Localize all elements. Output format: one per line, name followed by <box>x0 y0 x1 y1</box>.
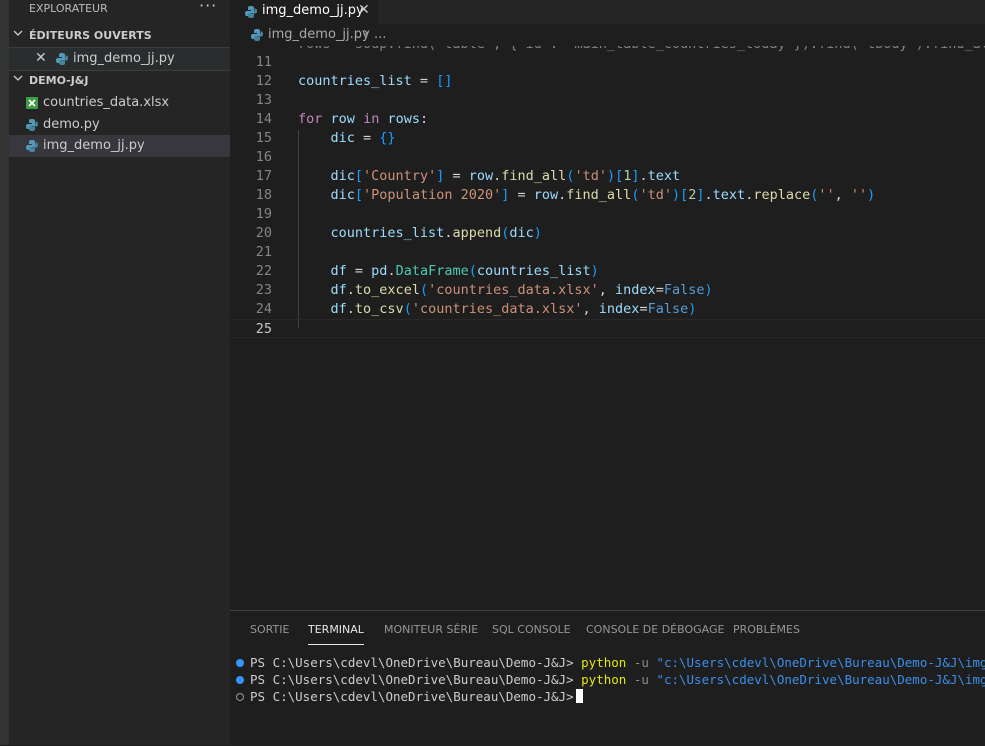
line-number: 21 <box>255 244 272 260</box>
terminal-prompt: PS C:\Users\cdevl\OneDrive\Bureau\Demo-J… <box>250 672 574 687</box>
line-number: 13 <box>255 92 272 108</box>
terminal-line: PS C:\Users\cdevl\OneDrive\Bureau\Demo-J… <box>230 672 985 689</box>
code-line: 16 <box>230 148 985 167</box>
code-line: 14 for row in rows: <box>230 110 985 129</box>
code-text: countries_list.append(dic) <box>330 225 542 241</box>
excel-icon <box>26 97 38 109</box>
line-number: 12 <box>255 73 272 89</box>
breadcrumb-file[interactable]: img_demo_jj.py <box>268 27 370 42</box>
breadcrumb-separator: › <box>363 25 369 41</box>
python-icon <box>251 29 263 41</box>
command-pending-icon <box>236 693 244 701</box>
line-number: 19 <box>255 206 272 222</box>
bottom-panel: SORTIE TERMINAL MONITEUR SÉRIE SQL CONSO… <box>230 610 985 746</box>
tab-sql-console[interactable]: SQL CONSOLE <box>492 623 571 636</box>
terminal-line: PS C:\Users\cdevl\OneDrive\Bureau\Demo-J… <box>230 689 985 706</box>
open-editor-item[interactable]: ✕ img_demo_jj.py <box>9 47 230 71</box>
terminal-command: python <box>581 672 627 687</box>
breadcrumb-more[interactable]: ... <box>374 27 386 42</box>
code-text: df = pd.DataFrame(countries_list) <box>330 263 599 279</box>
line-number: 17 <box>255 168 272 184</box>
close-icon[interactable]: ✕ <box>35 50 47 66</box>
code-line: 11 <box>230 53 985 72</box>
command-success-icon[interactable] <box>236 659 244 667</box>
line-number: 14 <box>255 111 272 127</box>
tab-sortie[interactable]: SORTIE <box>250 623 289 636</box>
line-number: 11 <box>255 54 272 70</box>
open-editors-label: ÉDITEURS OUVERTS <box>29 29 152 42</box>
file-item[interactable]: demo.py <box>9 114 230 136</box>
terminal-text: PS C:\Users\cdevl\OneDrive\Bureau\Demo-J… <box>250 672 985 687</box>
terminal-text: PS C:\Users\cdevl\OneDrive\Bureau\Demo-J… <box>250 689 583 704</box>
python-icon <box>26 140 38 152</box>
code-line: 19 <box>230 205 985 224</box>
editor-tab-bar: img_demo_jj.py ✕ <box>230 0 985 24</box>
tab-terminal[interactable]: TERMINAL <box>308 623 364 645</box>
more-actions-icon[interactable]: ··· <box>199 0 217 15</box>
terminal-prompt: PS C:\Users\cdevl\OneDrive\Bureau\Demo-J… <box>250 689 574 704</box>
code-line: 15 dic = {} <box>230 129 985 148</box>
open-editors-header[interactable]: ÉDITEURS OUVERTS <box>9 25 230 47</box>
python-icon <box>56 53 68 65</box>
line-number: 20 <box>255 225 272 241</box>
python-icon <box>245 6 257 18</box>
tab-moniteur-serie[interactable]: MONITEUR SÉRIE <box>384 623 478 636</box>
open-editor-name: img_demo_jj.py <box>73 51 175 66</box>
explorer-title: EXPLORATEUR <box>29 2 108 15</box>
terminal-text: PS C:\Users\cdevl\OneDrive\Bureau\Demo-J… <box>250 655 985 670</box>
breadcrumb: img_demo_jj.py › ... <box>230 24 985 46</box>
tab-problemes[interactable]: PROBLÈMES <box>733 623 800 636</box>
code-line: 20 countries_list.append(dic) <box>230 224 985 243</box>
file-name: demo.py <box>43 117 100 132</box>
code-text: dic['Population 2020'] = row.find_all('t… <box>330 187 876 203</box>
code-line: 12 countries_list = [] <box>230 72 985 91</box>
code-text: countries_list = [] <box>298 73 453 89</box>
code-line-current: 25 <box>230 319 985 338</box>
tab-img-demo-jj[interactable]: img_demo_jj.py ✕ <box>230 0 378 24</box>
terminal-arg: "c:\Users\cdevl\OneDrive\Bureau\Demo-J&J… <box>656 655 985 670</box>
code-line: 18 dic['Population 2020'] = row.find_all… <box>230 186 985 205</box>
command-success-icon[interactable] <box>236 676 244 684</box>
code-line: 21 <box>230 243 985 262</box>
file-item[interactable]: countries_data.xlsx <box>9 92 230 114</box>
line-number: 16 <box>255 149 272 165</box>
terminal-cursor <box>575 689 583 703</box>
terminal-command: python <box>581 655 627 670</box>
code-text: dic = {} <box>330 130 396 146</box>
file-item-selected[interactable]: img_demo_jj.py <box>9 135 230 157</box>
tab-label: img_demo_jj.py <box>262 3 364 18</box>
activity-bar <box>0 0 9 745</box>
explorer-sidebar: EXPLORATEUR ··· ÉDITEURS OUVERTS ✕ img_d… <box>9 0 230 745</box>
file-name: img_demo_jj.py <box>43 138 145 153</box>
code-text: dic['Country'] = row.find_all('td')[1].t… <box>330 168 681 184</box>
python-icon <box>26 119 38 131</box>
code-text: for row in rows: <box>298 111 429 127</box>
line-number: 18 <box>255 187 272 203</box>
line-number: 24 <box>255 301 272 317</box>
code-line: 24 df.to_csv('countries_data.xlsx', inde… <box>230 300 985 319</box>
code-line: 22 df = pd.DataFrame(countries_list) <box>230 262 985 281</box>
line-number: 15 <box>255 130 272 146</box>
terminal-line: PS C:\Users\cdevl\OneDrive\Bureau\Demo-J… <box>230 655 985 672</box>
code-line: 17 dic['Country'] = row.find_all('td')[1… <box>230 167 985 186</box>
terminal-arg: "c:\Users\cdevl\OneDrive\Bureau\Demo-J&J… <box>656 672 985 687</box>
terminal-flag: -u <box>633 655 649 670</box>
close-tab-icon[interactable]: ✕ <box>358 2 370 18</box>
folder-header[interactable]: DEMO-J&J <box>9 70 230 92</box>
file-name: countries_data.xlsx <box>43 95 170 110</box>
code-editor[interactable]: rows = soup.find('table', {'id': 'main_t… <box>230 46 985 610</box>
terminal-prompt: PS C:\Users\cdevl\OneDrive\Bureau\Demo-J… <box>250 655 574 670</box>
code-line: 23 df.to_excel('countries_data.xlsx', in… <box>230 281 985 300</box>
line-number: 22 <box>255 263 272 279</box>
code-text: df.to_excel('countries_data.xlsx', index… <box>330 282 713 298</box>
folder-label: DEMO-J&J <box>29 74 89 87</box>
line-number: 25 <box>255 321 272 337</box>
line-number: 23 <box>255 282 272 298</box>
code-line: 13 <box>230 91 985 110</box>
chevron-down-icon <box>13 75 23 81</box>
terminal-flag: -u <box>633 672 649 687</box>
chevron-down-icon <box>13 30 23 36</box>
tab-console-debogage[interactable]: CONSOLE DE DÉBOGAGE <box>586 623 724 636</box>
code-text: df.to_csv('countries_data.xlsx', index=F… <box>330 301 697 317</box>
